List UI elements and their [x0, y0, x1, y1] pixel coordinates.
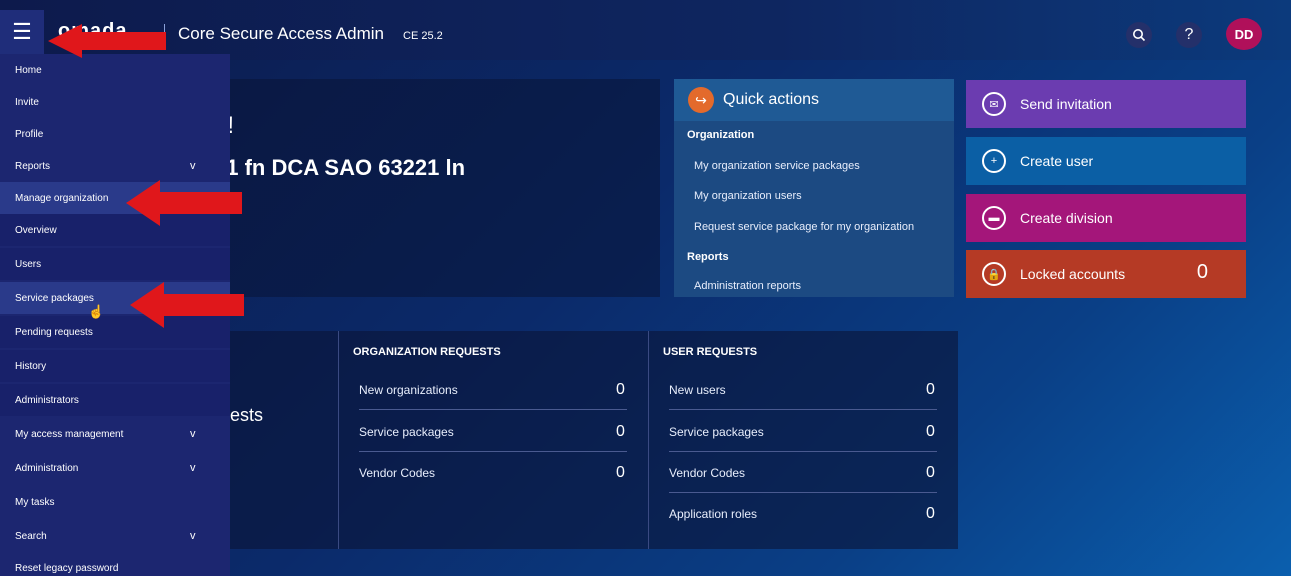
- menu-item-history[interactable]: History: [0, 350, 230, 382]
- row-divider: [359, 409, 627, 410]
- menu-item-profile[interactable]: Profile: [0, 118, 230, 150]
- menu-item-my-access-management[interactable]: My access management v: [0, 418, 230, 450]
- hand-cursor-icon: ☝: [88, 304, 105, 319]
- locked-accounts-count: 0: [1196, 261, 1208, 283]
- row-divider: [669, 409, 937, 410]
- menu-item-label: Administrators: [15, 394, 79, 406]
- chevron-down-icon: v: [190, 462, 196, 474]
- menu-item-label: Manage organization: [15, 192, 109, 204]
- row-divider: [669, 492, 937, 493]
- red-arrow-annotation: [130, 282, 244, 328]
- qa-link-request-service-package[interactable]: Request service package for my organizat…: [694, 221, 914, 233]
- send-invitation-button[interactable]: ✉ Send invitation: [966, 80, 1246, 128]
- requests-divider: [648, 331, 649, 549]
- menu-item-label: Home: [15, 64, 42, 76]
- menu-item-label: Search: [15, 530, 47, 542]
- folder-icon: ▬: [982, 206, 1006, 230]
- org-request-service-packages-count: 0: [616, 423, 625, 440]
- qa-section-organization: Organization: [687, 129, 755, 141]
- chevron-down-icon: v: [190, 530, 196, 542]
- menu-item-label: Administration: [15, 462, 79, 474]
- user-request-application-roles[interactable]: Application roles: [669, 507, 757, 521]
- menu-item-label: Users: [15, 258, 42, 270]
- org-request-new-organizations[interactable]: New organizations: [359, 383, 458, 397]
- help-icon[interactable]: ?: [1176, 22, 1202, 48]
- menu-item-administrators[interactable]: Administrators: [0, 384, 230, 416]
- org-request-service-packages[interactable]: Service packages: [359, 425, 454, 439]
- chevron-down-icon: v: [190, 428, 196, 440]
- red-arrow-annotation: [48, 24, 166, 58]
- locked-accounts-button[interactable]: 🔒 Locked accounts 0: [966, 250, 1246, 298]
- requests-card: [230, 331, 958, 549]
- hamburger-icon[interactable]: ☰: [0, 10, 44, 54]
- create-user-button[interactable]: + Create user: [966, 137, 1246, 185]
- menu-item-my-tasks[interactable]: My tasks: [0, 486, 230, 518]
- user-request-application-roles-count: 0: [926, 505, 935, 522]
- organization-requests-header: ORGANIZATION REQUESTS: [353, 346, 501, 358]
- red-arrow-annotation: [126, 180, 242, 226]
- org-request-vendor-codes[interactable]: Vendor Codes: [359, 466, 435, 480]
- menu-item-invite[interactable]: Invite: [0, 86, 230, 118]
- quick-actions-icon: ↪: [688, 87, 714, 113]
- menu-item-label: Reset legacy password: [15, 562, 119, 574]
- app-title: Core Secure Access Admin: [178, 24, 384, 43]
- menu-item-home[interactable]: Home: [0, 54, 230, 86]
- menu-item-search[interactable]: Search v: [0, 520, 230, 552]
- requests-title: ests: [230, 405, 264, 425]
- quick-actions-title: Quick actions: [723, 91, 820, 108]
- menu-item-label: History: [15, 360, 47, 372]
- user-request-service-packages-count: 0: [926, 423, 935, 440]
- menu-item-label: Overview: [15, 224, 57, 236]
- row-divider: [359, 451, 627, 452]
- menu-item-reset-legacy-password[interactable]: Reset legacy password: [0, 552, 230, 576]
- menu-item-users[interactable]: Users: [0, 248, 230, 280]
- menu-item-label: Pending requests: [15, 326, 93, 338]
- mail-icon: ✉: [982, 92, 1006, 116]
- menu-item-label: My access management: [15, 428, 124, 440]
- menu-item-administration[interactable]: Administration v: [0, 452, 230, 484]
- menu-item-label: Service packages: [15, 292, 94, 304]
- menu-item-label: Profile: [15, 128, 44, 140]
- welcome-card: [230, 79, 660, 297]
- search-icon[interactable]: [1126, 22, 1152, 48]
- qa-section-reports: Reports: [687, 251, 729, 263]
- version-label: CE 25.2: [403, 30, 443, 42]
- user-request-vendor-codes[interactable]: Vendor Codes: [669, 466, 745, 480]
- menu-item-reports[interactable]: Reports v: [0, 150, 230, 182]
- chevron-down-icon: v: [190, 160, 196, 172]
- add-user-icon: +: [982, 149, 1006, 173]
- org-request-new-organizations-count: 0: [616, 381, 625, 398]
- send-invitation-label: Send invitation: [1020, 96, 1112, 112]
- create-user-label: Create user: [1020, 153, 1094, 169]
- requests-divider: [338, 331, 339, 549]
- qa-link-administration-reports[interactable]: Administration reports: [694, 280, 801, 292]
- user-request-vendor-codes-count: 0: [926, 464, 935, 481]
- create-division-label: Create division: [1020, 210, 1113, 226]
- user-request-service-packages[interactable]: Service packages: [669, 425, 764, 439]
- locked-accounts-label: Locked accounts: [1020, 266, 1126, 282]
- welcome-user-name: 21 fn DCA SAO 63221 ln: [214, 155, 466, 180]
- lock-icon: 🔒: [982, 262, 1006, 286]
- user-request-new-users[interactable]: New users: [669, 383, 726, 397]
- menu-item-label: Invite: [15, 96, 39, 108]
- user-request-new-users-count: 0: [926, 381, 935, 398]
- org-request-vendor-codes-count: 0: [616, 464, 625, 481]
- qa-link-my-org-service-packages[interactable]: My organization service packages: [694, 160, 860, 172]
- row-divider: [669, 451, 937, 452]
- avatar[interactable]: DD: [1226, 18, 1262, 50]
- qa-link-my-org-users[interactable]: My organization users: [694, 190, 802, 202]
- menu-item-label: My tasks: [15, 496, 55, 508]
- create-division-button[interactable]: ▬ Create division: [966, 194, 1246, 242]
- menu-item-label: Reports: [15, 160, 51, 172]
- user-requests-header: USER REQUESTS: [663, 346, 758, 358]
